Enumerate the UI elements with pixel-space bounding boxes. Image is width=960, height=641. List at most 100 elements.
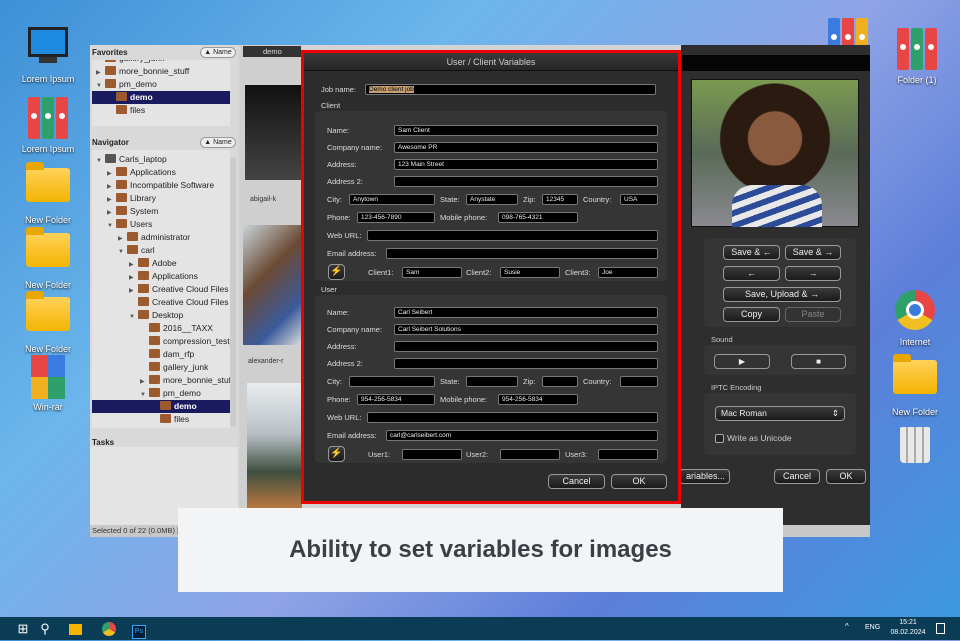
tree-item[interactable]: ▶ Adobe	[92, 257, 230, 270]
job-name-input[interactable]: Demo client job	[365, 84, 656, 95]
user-c3-input[interactable]	[598, 449, 658, 460]
user-mobile-input[interactable]: 954-256-5834	[498, 394, 578, 405]
tree-item[interactable]: Creative Cloud Files (	[92, 296, 230, 309]
favorites-sort-button[interactable]: ▲ Name	[200, 47, 236, 58]
save-and-next-button[interactable]: Save & →	[785, 245, 841, 260]
navigator-sort-button[interactable]: ▲ Name	[200, 137, 236, 148]
client-city-input[interactable]: Anytown	[349, 194, 435, 205]
navigator-tree[interactable]: ▼ Carls_laptop ▶ Applications ▶ Incompatible …	[92, 150, 230, 428]
user-address2-input[interactable]	[394, 358, 658, 369]
tree-item[interactable]: ▶ Applications	[92, 166, 230, 179]
tree-item[interactable]: ▼ Carls_laptop	[92, 153, 230, 166]
user-insert-variable-button[interactable]: ⚡	[328, 446, 345, 462]
tree-item[interactable]: demo	[92, 400, 230, 413]
user-company-input[interactable]: Carl Seibert Solutions	[394, 324, 658, 335]
save-upload-next-button[interactable]: Save, Upload & →	[723, 287, 841, 302]
client-country-input[interactable]: USA	[620, 194, 658, 205]
client-state-input[interactable]: Anystate	[466, 194, 518, 205]
desktop-icon-binders[interactable]: Folder (1)	[882, 28, 952, 85]
tree-item[interactable]: ▶ Library	[92, 192, 230, 205]
client-phone-input[interactable]: 123-456-7890	[357, 212, 435, 223]
variables-button[interactable]: ariables...	[679, 469, 730, 484]
panel-ok-button[interactable]: OK	[826, 469, 866, 484]
tree-item[interactable]: 2016__TAXX	[92, 322, 230, 335]
tray-chevron-icon[interactable]: ^	[845, 622, 849, 631]
encoding-select[interactable]: Mac Roman ⇕	[715, 406, 845, 421]
tree-item[interactable]: ▶ System	[92, 205, 230, 218]
user-name-input[interactable]: Carl Seibert	[394, 307, 658, 318]
tree-item[interactable]: ▼ Users	[92, 218, 230, 231]
tree-item[interactable]: dam_rfp	[92, 348, 230, 361]
desktop-icon-computer[interactable]: Lorem Ipsum	[13, 25, 83, 84]
language-indicator[interactable]: ENG	[865, 624, 880, 631]
photoshop-button[interactable]: Ps	[130, 620, 148, 639]
panel-cancel-button[interactable]: Cancel	[774, 469, 820, 484]
start-button[interactable]: ⊞	[14, 620, 32, 638]
copy-button[interactable]: Copy	[723, 307, 780, 322]
folder-tab[interactable]: demo	[243, 46, 301, 57]
chrome-button[interactable]	[100, 620, 118, 638]
user-country-input[interactable]	[620, 376, 658, 387]
notifications-icon[interactable]	[936, 623, 945, 634]
client-c3-input[interactable]: Joe	[598, 267, 658, 278]
user-email-input[interactable]: carl@carlseibert.com	[386, 430, 658, 441]
client-mobile-input[interactable]: 098-765-4321	[498, 212, 578, 223]
user-phone-input[interactable]: 954-256-5834	[357, 394, 435, 405]
client-zip-input[interactable]: 12345	[542, 194, 578, 205]
thumbnail-image[interactable]	[247, 383, 302, 510]
client-name-input[interactable]: Sam Client	[394, 125, 658, 136]
search-button[interactable]: ⚲	[36, 620, 54, 638]
client-address-input[interactable]: 123 Main Street	[394, 159, 658, 170]
user-zip-input[interactable]	[542, 376, 578, 387]
desktop-icon-folder[interactable]: New Folder	[880, 352, 950, 417]
tree-item[interactable]: ▶ more_bonnie_stuff	[92, 374, 230, 387]
tree-item[interactable]: demo	[92, 91, 230, 104]
next-button[interactable]: →	[785, 266, 841, 281]
client-c1-input[interactable]: Sam	[402, 267, 462, 278]
ok-button[interactable]: OK	[611, 474, 667, 489]
tree-item[interactable]: ▶ more_bonnie_stuff	[92, 65, 230, 78]
unicode-checkbox[interactable]	[715, 434, 724, 443]
tree-item[interactable]: files	[92, 104, 230, 117]
tree-item[interactable]: ▶ administrator	[92, 231, 230, 244]
client-c2-input[interactable]: Susie	[500, 267, 560, 278]
user-city-input[interactable]	[349, 376, 435, 387]
thumbnail-image[interactable]	[243, 225, 302, 345]
tree-item[interactable]: compression_test_	[92, 335, 230, 348]
tree-item[interactable]: files	[92, 413, 230, 426]
client-email-input[interactable]	[386, 248, 658, 259]
client-insert-variable-button[interactable]: ⚡	[328, 264, 345, 280]
client-web-input[interactable]	[367, 230, 658, 241]
tree-item[interactable]: ▶ Incompatible Software	[92, 179, 230, 192]
desktop-icon-binders[interactable]: Lorem Ipsum	[13, 97, 83, 154]
tree-item[interactable]: ▼ Desktop	[92, 309, 230, 322]
cancel-button[interactable]: Cancel	[548, 474, 605, 489]
client-company-input[interactable]: Awesome PR	[394, 142, 658, 153]
desktop-icon-winrar[interactable]: Win-rar	[13, 355, 83, 412]
tree-scrollbar[interactable]	[230, 157, 236, 427]
recycle-bin[interactable]	[880, 423, 950, 474]
user-web-input[interactable]	[367, 412, 658, 423]
tree-item[interactable]: ▶ Creative Cloud Files	[92, 283, 230, 296]
user-state-input[interactable]	[466, 376, 518, 387]
paste-button[interactable]: Paste	[785, 307, 841, 322]
user-c2-input[interactable]	[500, 449, 560, 460]
save-and-previous-button[interactable]: Save & ←	[723, 245, 780, 260]
tree-item[interactable]: gallery_junk	[92, 361, 230, 374]
desktop-icon-folder[interactable]: New Folder	[13, 160, 83, 225]
tree-item[interactable]: ▶ Applications	[92, 270, 230, 283]
thumbnail-image[interactable]	[245, 85, 302, 180]
client-address2-input[interactable]	[394, 176, 658, 187]
user-address-input[interactable]	[394, 341, 658, 352]
tree-item[interactable]: ▼ carl	[92, 244, 230, 257]
stop-button[interactable]: ■	[791, 354, 846, 369]
tree-item[interactable]: ▼ pm_demo	[92, 78, 230, 91]
desktop-icon-folder[interactable]: New Folder	[13, 289, 83, 354]
file-explorer-button[interactable]	[66, 620, 84, 638]
favorites-tree[interactable]: gallery_junk ▶more_bonnie_stuff▼pm_demode…	[92, 60, 230, 126]
play-button[interactable]: ▶	[714, 354, 770, 369]
clock[interactable]: 15:21 08.02.2024	[888, 618, 928, 638]
desktop-icon-internet[interactable]: Internet	[880, 288, 950, 347]
tree-item[interactable]: ▼ pm_demo	[92, 387, 230, 400]
desktop-icon-folder[interactable]: New Folder	[13, 225, 83, 290]
